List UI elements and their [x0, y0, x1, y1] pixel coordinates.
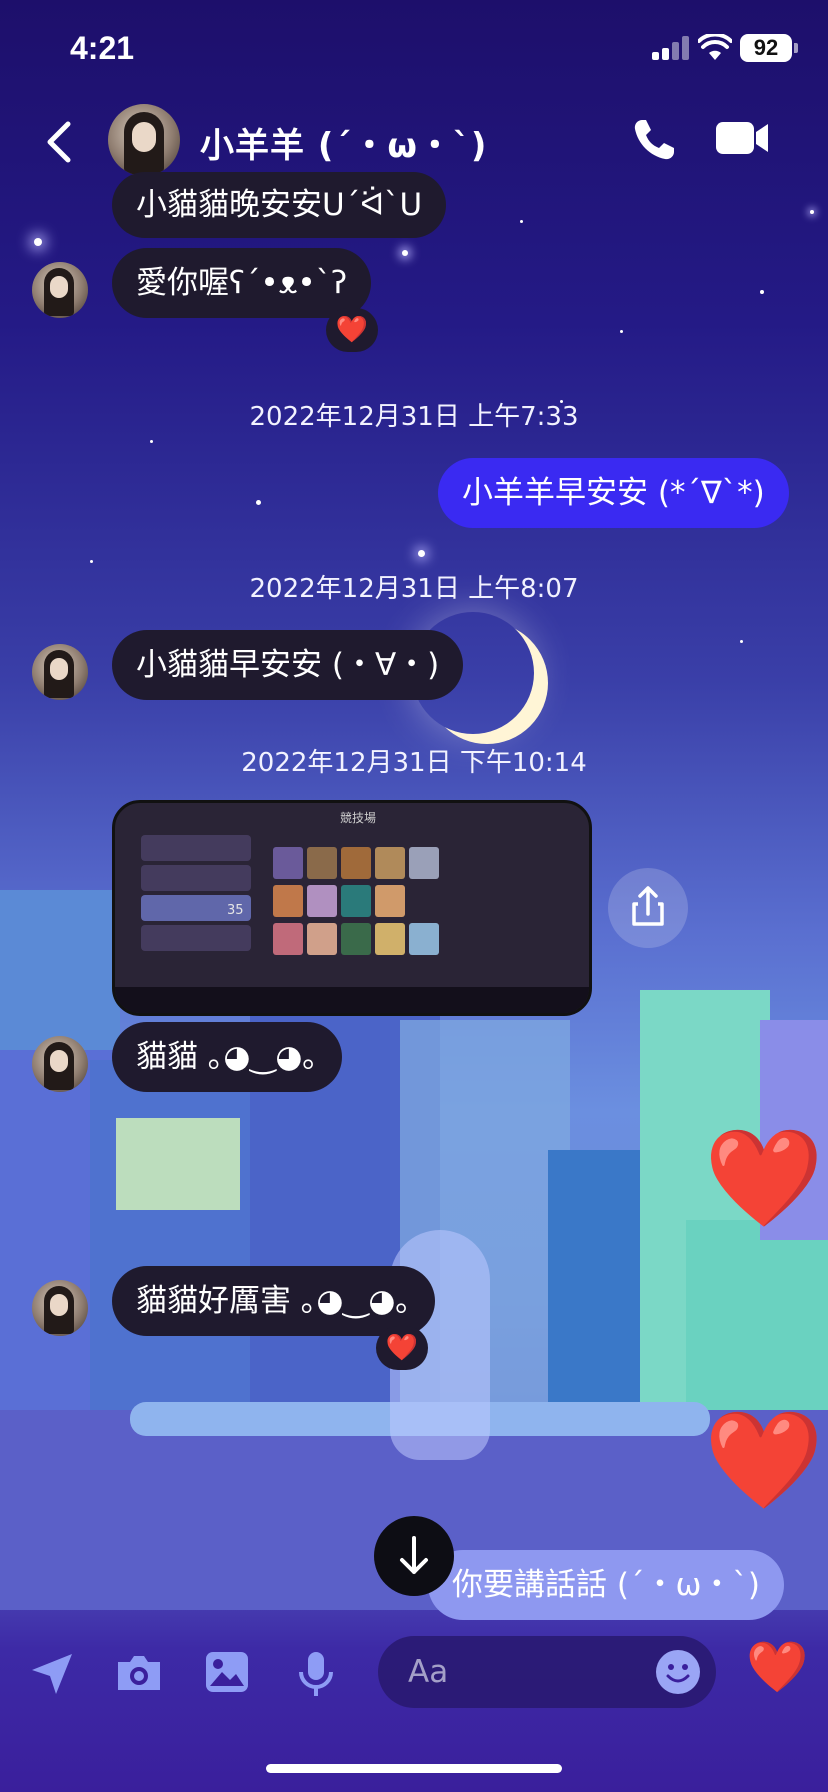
photo-hero-tile: [273, 847, 303, 879]
arrow-down-icon: [400, 1536, 428, 1574]
photo-hero-tile: [307, 923, 337, 955]
photo-player-row: [141, 865, 251, 891]
photo-hero-tile: [409, 923, 439, 955]
message-composer: Aa ❤️: [0, 1620, 828, 1720]
timestamp: 2022年12月31日 上午8:07: [249, 574, 579, 604]
status-time: 4:21: [70, 30, 135, 66]
photo-player-row: [141, 925, 251, 951]
message-bubble-incoming[interactable]: 貓貓好厲害 ｡◕‿◕｡: [112, 1266, 435, 1336]
timestamp: 2022年12月31日 上午7:33: [249, 402, 579, 432]
photo-hero-tile: [341, 923, 371, 955]
sender-avatar[interactable]: [32, 1036, 88, 1092]
location-icon[interactable]: [28, 1650, 76, 1698]
photo-hero-tile: [341, 847, 371, 879]
message-bubble-outgoing[interactable]: 小羊羊早安安 (*´∇`*): [438, 458, 789, 528]
message-bubble-outgoing[interactable]: 你要講話話 (´・ω・`): [428, 1550, 785, 1620]
message-bubble-incoming[interactable]: 小貓貓早安安 (・∀・): [112, 630, 464, 700]
share-button[interactable]: [608, 868, 688, 948]
share-icon: [632, 886, 664, 926]
message-bubble-incoming[interactable]: 愛你喔ʕ´•ᴥ•`ʔ: [112, 248, 372, 318]
home-indicator: [266, 1764, 562, 1773]
message-input-placeholder: Aa: [408, 1654, 449, 1690]
heart-icon[interactable]: ❤️: [746, 1642, 808, 1692]
message-input[interactable]: Aa: [378, 1636, 716, 1708]
microphone-icon[interactable]: [296, 1650, 336, 1698]
building: [90, 1060, 270, 1420]
message-bubble-incoming[interactable]: 貓貓 ｡◕‿◕｡: [112, 1022, 342, 1092]
sender-avatar[interactable]: [32, 1280, 88, 1336]
battery-indicator: 92: [740, 34, 798, 62]
contact-avatar[interactable]: [108, 104, 180, 176]
cellular-signal-icon: [652, 36, 692, 60]
shared-photo[interactable]: 競技場 35: [112, 800, 592, 1016]
emoji-icon[interactable]: [656, 1650, 700, 1694]
photo-hero-tile: [307, 885, 337, 917]
photo-hero-tile: [273, 885, 303, 917]
photo-player-row: [141, 835, 251, 861]
contact-name[interactable]: 小羊羊 (´・ω・`): [200, 118, 487, 167]
message-reaction[interactable]: ❤️: [326, 308, 378, 352]
scroll-to-bottom-button[interactable]: [374, 1516, 454, 1596]
status-bar: 4:21 92: [0, 0, 828, 96]
floating-heart: ❤️: [704, 1404, 824, 1516]
photo-hero-tile: [375, 847, 405, 879]
phone-icon[interactable]: [630, 116, 678, 164]
window: [116, 1118, 240, 1210]
gallery-icon[interactable]: [204, 1650, 250, 1694]
camera-icon[interactable]: [114, 1650, 164, 1694]
photo-hero-tile: [375, 923, 405, 955]
photo-title: 競技場: [340, 811, 377, 825]
photo-hero-tile: [375, 885, 405, 917]
message-reaction[interactable]: ❤️: [376, 1326, 428, 1370]
sender-avatar[interactable]: [32, 262, 88, 318]
wifi-icon: [698, 34, 732, 60]
photo-number: 35: [227, 903, 244, 918]
message-bubble-incoming[interactable]: 小貓貓晚安安ᑌ´ᐛ`ᑌ: [112, 172, 447, 238]
timestamp: 2022年12月31日 下午10:14: [241, 748, 587, 778]
photo-hero-tile: [307, 847, 337, 879]
video-icon[interactable]: [716, 120, 770, 156]
sender-avatar[interactable]: [32, 644, 88, 700]
photo-hero-tile: [273, 923, 303, 955]
photo-bottom-bar: [115, 987, 589, 1013]
back-icon[interactable]: [40, 118, 80, 166]
photo-hero-tile: [409, 847, 439, 879]
floating-heart: ❤️: [704, 1122, 824, 1234]
photo-hero-tile: [341, 885, 371, 917]
